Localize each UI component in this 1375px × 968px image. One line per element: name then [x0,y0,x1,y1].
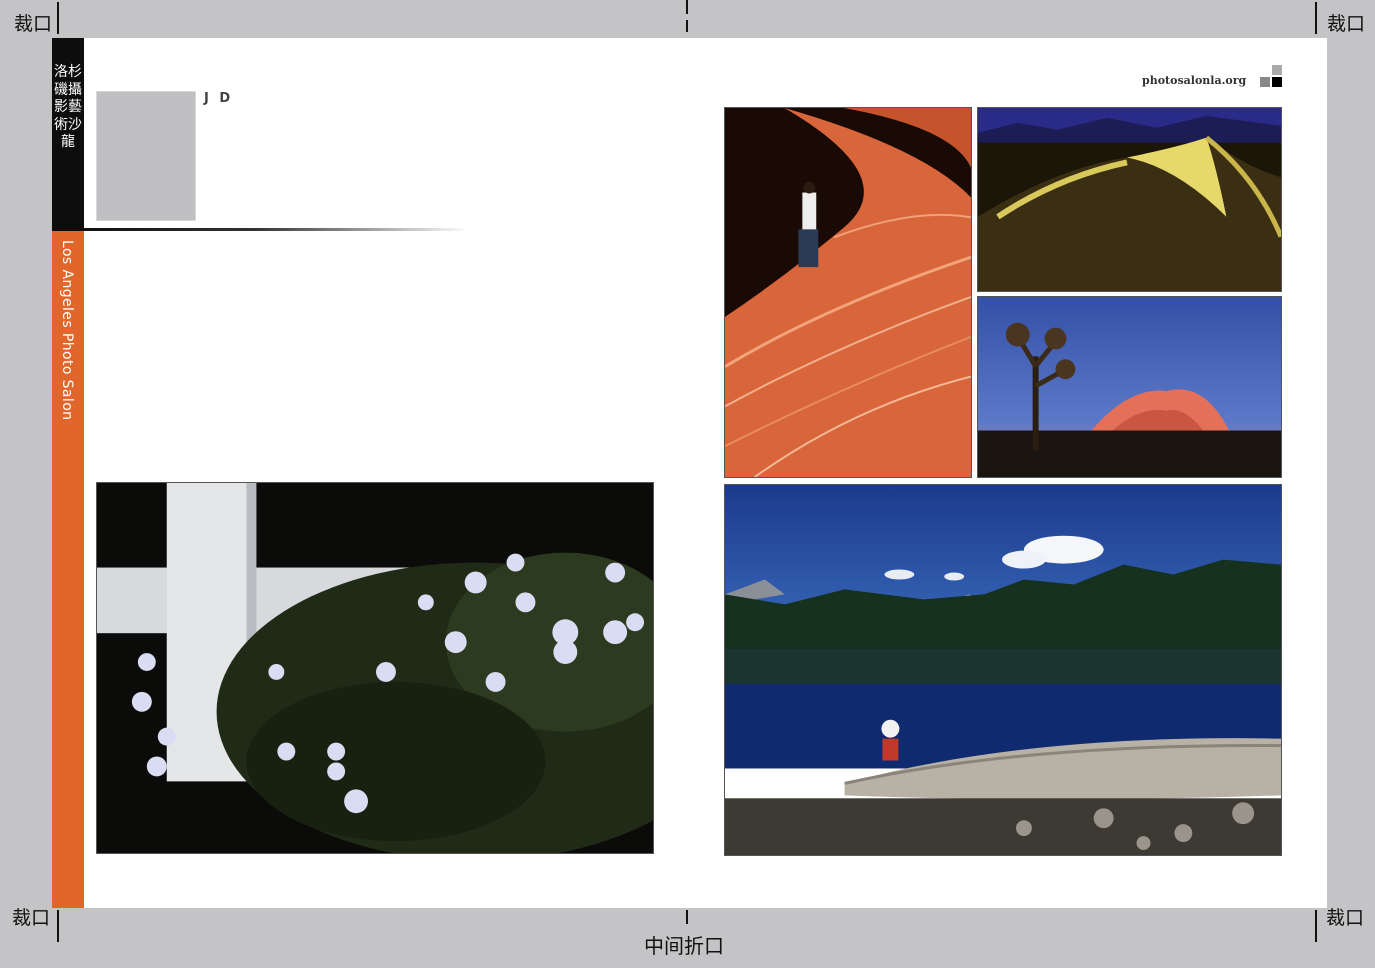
crop-line-top-right [1315,2,1317,34]
author-name: J D [204,91,234,106]
fold-mark-top [686,0,688,14]
logo-square-light [1272,65,1282,75]
photo-mountain-lake [724,484,1282,856]
fold-mark-bottom [686,910,688,924]
crop-mark-label-bottom-right: 裁口 [1326,907,1365,929]
logo-square-black [1272,77,1282,87]
fold-mark-top-lower [686,20,688,32]
site-url: photosalonla.org [1142,74,1247,87]
photo-flowers-fence [96,482,654,854]
crop-line-bottom-right [1315,910,1317,942]
chinese-title: 洛杉磯攝影藝術沙龍 [54,64,82,150]
photo-joshua-tree [977,296,1282,478]
crop-mark-label-top-right: 裁口 [1327,13,1366,35]
crop-mark-label-top-left: 裁口 [14,13,53,35]
crop-line-top-left [57,2,59,34]
crop-mark-label-bottom-left: 裁口 [12,907,51,929]
photo-sand-dunes [977,107,1282,292]
author-portrait-placeholder [96,91,196,221]
header-divider [84,228,469,231]
logo-square-gray [1260,77,1270,87]
crop-line-bottom-left [57,910,59,942]
photo-wave-canyon [724,107,972,478]
english-title: Los Angeles Photo Salon [59,240,75,421]
magazine-spread: 洛杉磯攝影藝術沙龍 Los Angeles Photo Salon J D ph… [52,38,1327,908]
fold-line-label: 中间折口 [644,934,724,958]
